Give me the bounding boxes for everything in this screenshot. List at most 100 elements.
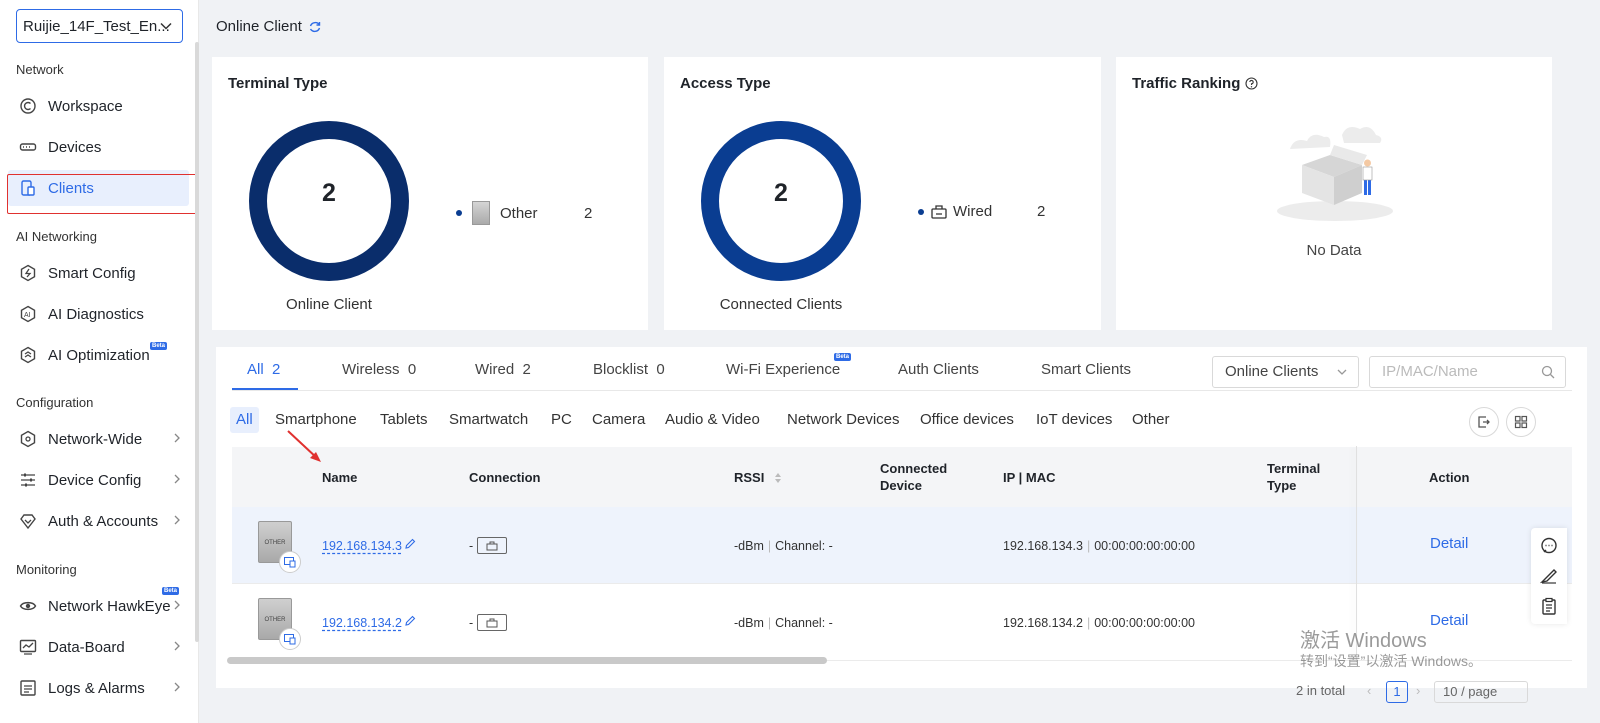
chip-camera[interactable]: Camera (586, 407, 651, 433)
pager-total: 2 in total (1296, 683, 1346, 698)
detail-link[interactable]: Detail (1430, 612, 1468, 629)
chip-office-devices[interactable]: Office devices (914, 407, 1020, 433)
edit-icon[interactable] (404, 615, 416, 627)
edit-icon[interactable] (404, 538, 416, 550)
highlight-box (7, 174, 198, 214)
tab-label: Blocklist (593, 361, 649, 378)
table-row[interactable]: OTHER 192.168.134.3 - -dBm | Channel: - 19… (232, 507, 1572, 584)
client-name-link[interactable]: 192.168.134.3 (322, 539, 402, 553)
sidebar-item-logs-alarms[interactable]: Logs & Alarms (8, 670, 189, 706)
network-wide-icon (18, 429, 38, 449)
dashboard-icon (18, 637, 38, 657)
section-network: Network (16, 62, 64, 77)
sidebar-scrollbar[interactable] (195, 42, 199, 642)
chip-pc[interactable]: PC (545, 407, 578, 433)
th-ip-mac: IP | MAC (1003, 470, 1056, 485)
sidebar-item-label: Smart Config (48, 264, 136, 282)
tab-label: Smart Clients (1041, 361, 1132, 378)
th-name[interactable]: Name (322, 469, 357, 486)
ai-optimization-icon (18, 345, 38, 365)
page-size-select[interactable]: 10 / page (1434, 681, 1528, 703)
tab-wifi-experience[interactable]: Wi-Fi Experience (726, 361, 840, 378)
card-title: Traffic Ranking (1132, 75, 1258, 92)
page-current[interactable]: 1 (1386, 681, 1408, 703)
sidebar-item-label: AI Optimization (48, 346, 150, 364)
tab-all[interactable]: All 2 (247, 361, 280, 378)
search-icon[interactable] (1541, 365, 1555, 379)
rssi-value: -dBm | Channel: - (734, 539, 833, 553)
chevron-down-icon (1337, 369, 1347, 375)
th-rssi[interactable]: RSSI (734, 469, 782, 486)
sidebar-item-label: Network-Wide (48, 430, 143, 448)
tab-label: Wired (475, 361, 515, 378)
clipboard-icon[interactable] (1540, 597, 1558, 615)
section-configuration: Configuration (16, 395, 94, 410)
chevron-right-icon (174, 600, 180, 610)
other-device-icon (472, 201, 490, 225)
tab-label: Wi-Fi Experience (726, 361, 841, 378)
sidebar-item-data-board[interactable]: Data-Board (8, 629, 189, 665)
sidebar-item-label: Data-Board (48, 638, 125, 656)
sidebar: Ruijie_14F_Test_En... Network Workspace … (0, 0, 199, 723)
ip-value: 192.168.134.2 (1003, 616, 1083, 630)
tab-wireless[interactable]: Wireless 0 (342, 361, 416, 378)
sidebar-item-label: Device Config (48, 471, 142, 489)
beta-badge: Beta (150, 342, 168, 350)
feedback-icon[interactable] (1540, 567, 1558, 585)
chip-tablets[interactable]: Tablets (374, 407, 434, 433)
sidebar-item-label: Logs & Alarms (48, 679, 145, 697)
sidebar-item-label: AI Diagnostics (48, 305, 144, 323)
sidebar-item-network-wide[interactable]: Network-Wide (8, 421, 189, 457)
tab-smart-clients[interactable]: Smart Clients (1041, 361, 1131, 378)
horizontal-scrollbar[interactable] (227, 657, 827, 664)
sidebar-item-devices[interactable]: Devices (8, 129, 189, 165)
chat-icon[interactable] (1540, 537, 1558, 555)
sidebar-item-workspace[interactable]: Workspace (8, 88, 189, 124)
export-icon (1478, 416, 1490, 428)
tab-wired[interactable]: Wired 2 (475, 361, 531, 378)
dropdown-value: Online Clients (1225, 363, 1319, 380)
tab-label: All (247, 361, 264, 378)
help-icon[interactable] (1245, 77, 1258, 90)
sort-icon[interactable] (774, 471, 782, 485)
chip-iot-devices[interactable]: IoT devices (1030, 407, 1118, 433)
chip-smartwatch[interactable]: Smartwatch (443, 407, 534, 433)
sidebar-item-smart-config[interactable]: Smart Config (8, 255, 189, 291)
chip-other[interactable]: Other (1126, 407, 1176, 433)
chip-network-devices[interactable]: Network Devices (781, 407, 906, 433)
ip-mac-value: 192.168.134.2 | 00:00:00:00:00:00 (1003, 616, 1195, 630)
chip-all[interactable]: All (230, 407, 259, 433)
detail-link[interactable]: Detail (1430, 535, 1468, 552)
sidebar-item-label: Auth & Accounts (48, 512, 159, 530)
sidebar-item-ai-diagnostics[interactable]: AI AI Diagnostics (8, 296, 189, 332)
wired-connection-icon (477, 537, 507, 554)
refresh-icon[interactable] (308, 20, 322, 34)
export-button[interactable] (1469, 407, 1499, 437)
client-name-link[interactable]: 192.168.134.2 (322, 616, 402, 630)
access-donut: 2 (701, 121, 861, 281)
prev-page-icon[interactable]: ‹ (1367, 683, 1371, 698)
table-header: Name Connection RSSI Connected Device IP… (232, 447, 1572, 507)
sidebar-item-device-config[interactable]: Device Config (8, 462, 189, 498)
chip-audio-video[interactable]: Audio & Video (659, 407, 766, 433)
windows-watermark-text: 转到“设置”以激活 Windows。 (1300, 653, 1483, 669)
card-title: Access Type (680, 75, 771, 92)
search-input[interactable]: IP/MAC/Name (1369, 356, 1566, 388)
next-page-icon[interactable]: › (1416, 683, 1420, 698)
beta-badge: Beta (162, 587, 180, 595)
th-connection: Connection (469, 470, 541, 485)
wired-connection-icon (477, 614, 507, 631)
column-settings-button[interactable] (1506, 407, 1536, 437)
legend-dot (456, 210, 462, 216)
donut-total: 2 (774, 179, 788, 207)
tab-auth-clients[interactable]: Auth Clients (898, 361, 979, 378)
multi-device-icon (284, 556, 296, 567)
legend-item: Other 2 (456, 201, 592, 225)
legend-item: Wired 2 (918, 203, 1045, 220)
sliders-icon (18, 470, 38, 490)
terminal-type-card: Terminal Type 2 Online Client Other 2 (212, 57, 648, 330)
site-selector[interactable]: Ruijie_14F_Test_En... (16, 9, 183, 43)
client-status-dropdown[interactable]: Online Clients (1212, 356, 1359, 388)
sidebar-item-auth-accounts[interactable]: Auth & Accounts (8, 503, 189, 539)
tab-blocklist[interactable]: Blocklist 0 (593, 361, 665, 378)
